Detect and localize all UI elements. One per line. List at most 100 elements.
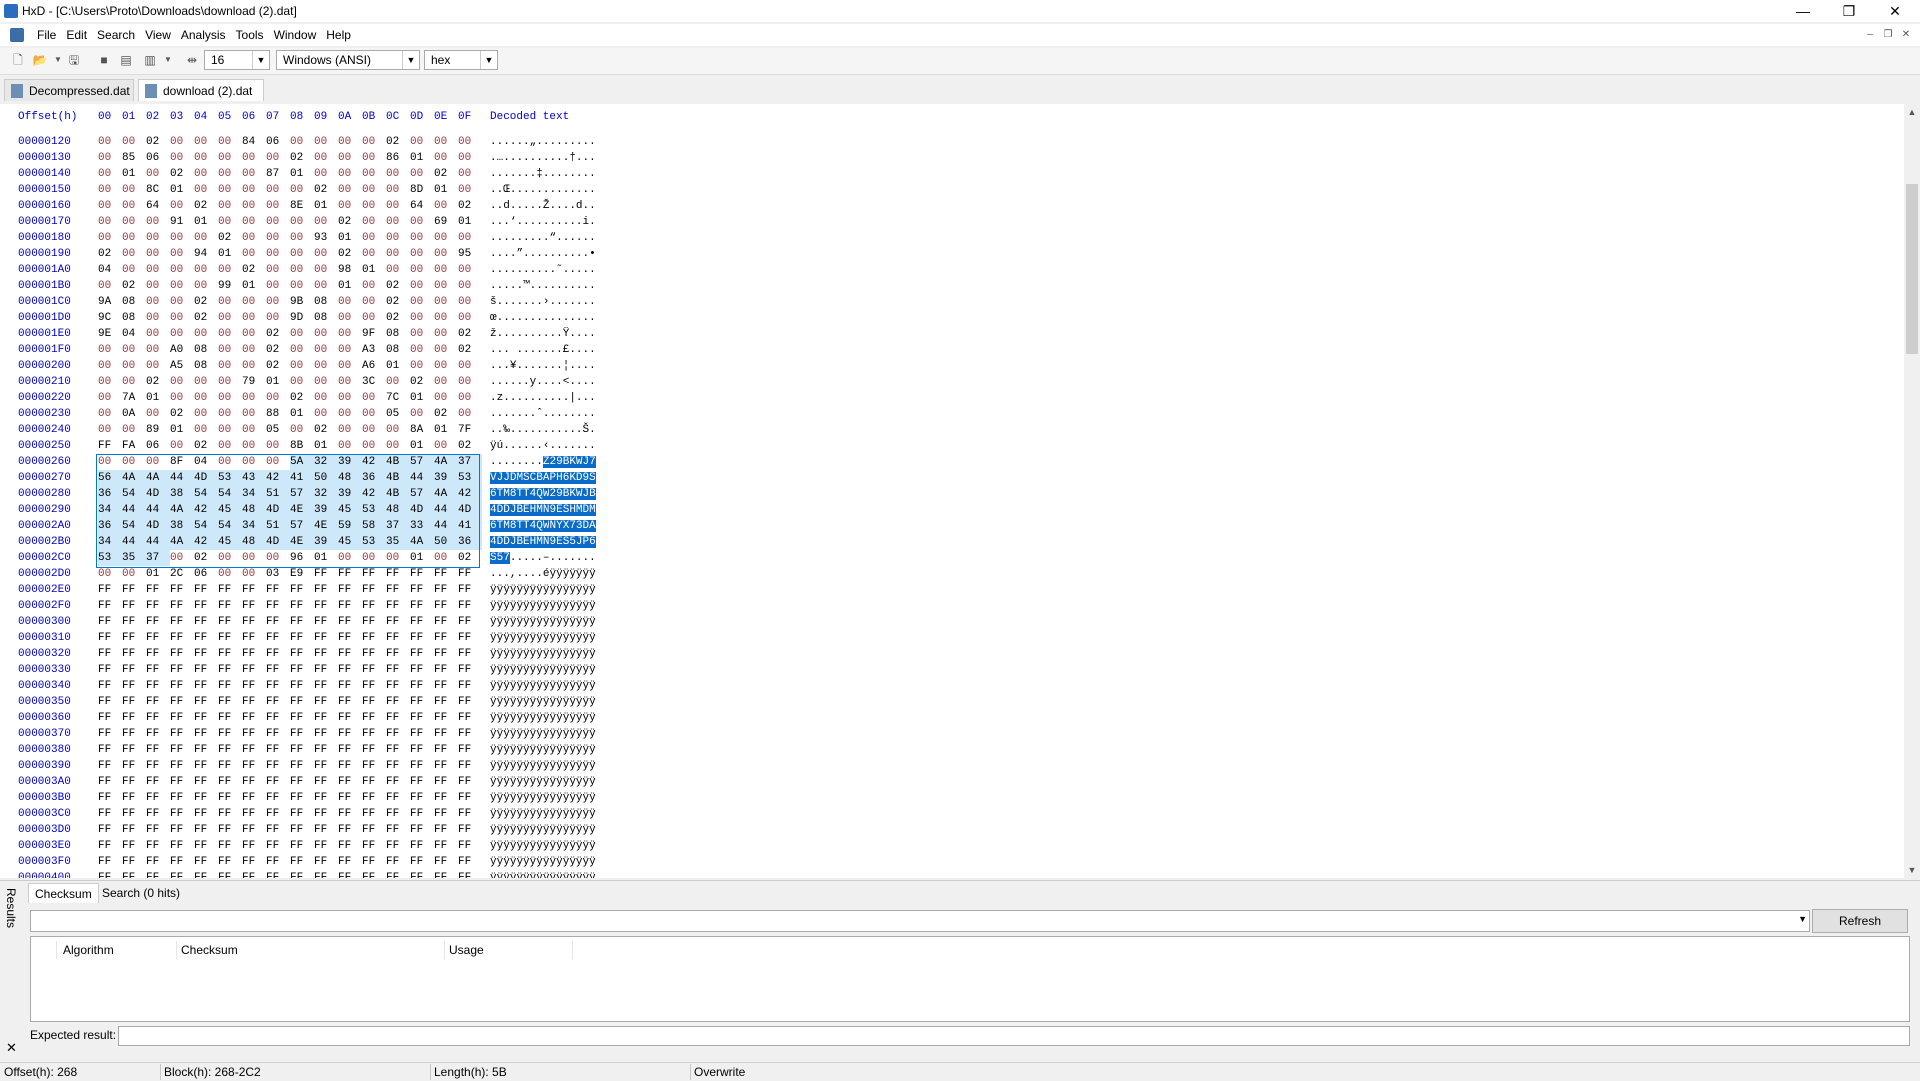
hex-byte[interactable]: FF (242, 790, 266, 806)
hex-byte[interactable]: 00 (362, 438, 386, 454)
decoded-text[interactable]: ÿÿÿÿÿÿÿÿÿÿÿÿÿÿÿÿ (490, 614, 596, 630)
hex-byte[interactable]: FF (146, 822, 170, 838)
decoded-text[interactable]: ÿÿÿÿÿÿÿÿÿÿÿÿÿÿÿÿ (490, 758, 596, 774)
hex-byte[interactable]: FF (170, 662, 194, 678)
hex-byte[interactable]: FF (386, 758, 410, 774)
hex-byte[interactable]: 86 (386, 150, 410, 166)
hex-byte[interactable]: FF (362, 806, 386, 822)
hex-byte[interactable]: 00 (290, 374, 314, 390)
hex-byte[interactable]: 00 (98, 566, 122, 582)
hex-byte[interactable]: 00 (146, 278, 170, 294)
hex-byte[interactable]: 01 (314, 438, 338, 454)
hex-byte[interactable]: FF (266, 694, 290, 710)
decoded-text[interactable]: ÿÿÿÿÿÿÿÿÿÿÿÿÿÿÿÿ (490, 806, 596, 822)
hex-byte[interactable]: 4D (266, 502, 290, 518)
table-row[interactable]: 00000390 FF FF FF FF FF FF FF FF FF FF FF FF FF FF FF FF… (0, 758, 650, 774)
hex-byte[interactable]: 00 (434, 134, 458, 150)
table-row[interactable]: 00000310 FF FF FF FF FF FF FF FF FF FF FF FF FF FF FF FF… (0, 630, 650, 646)
hex-byte[interactable]: FF (242, 774, 266, 790)
hex-byte[interactable]: 84 (242, 134, 266, 150)
hex-byte[interactable]: FF (314, 598, 338, 614)
hex-byte[interactable]: FF (314, 854, 338, 870)
hex-byte[interactable]: 4D (194, 470, 218, 486)
hex-byte[interactable]: FF (266, 742, 290, 758)
hex-byte[interactable]: 34 (242, 518, 266, 534)
hex-byte[interactable]: 44 (434, 502, 458, 518)
hex-byte[interactable]: FF (338, 630, 362, 646)
hex-byte[interactable]: 00 (386, 438, 410, 454)
hex-byte[interactable]: 39 (434, 470, 458, 486)
hex-byte[interactable]: 00 (434, 342, 458, 358)
hex-byte[interactable]: FF (458, 774, 482, 790)
hex-byte[interactable]: 00 (338, 390, 362, 406)
hex-byte[interactable]: FF (194, 742, 218, 758)
decoded-text[interactable]: ......y....<.... (490, 374, 596, 390)
hex-byte[interactable]: 37 (386, 518, 410, 534)
hex-byte[interactable]: FF (266, 838, 290, 854)
hex-byte[interactable]: 00 (242, 438, 266, 454)
hex-byte[interactable]: FF (146, 582, 170, 598)
hex-byte[interactable]: FF (410, 774, 434, 790)
hex-byte[interactable]: 0A (122, 406, 146, 422)
hex-byte[interactable]: 00 (362, 278, 386, 294)
hex-byte[interactable]: 00 (170, 278, 194, 294)
hex-byte[interactable]: 00 (290, 214, 314, 230)
hex-byte[interactable]: 93 (314, 230, 338, 246)
hex-byte[interactable]: 02 (242, 262, 266, 278)
hex-byte[interactable]: 36 (98, 518, 122, 534)
hex-byte[interactable]: 03 (266, 566, 290, 582)
hex-byte[interactable]: FF (266, 614, 290, 630)
hex-byte[interactable]: 00 (218, 326, 242, 342)
hex-byte[interactable]: FF (170, 630, 194, 646)
hex-byte[interactable]: 32 (314, 454, 338, 470)
hex-byte[interactable]: 00 (458, 374, 482, 390)
hex-byte[interactable]: 00 (242, 342, 266, 358)
hex-byte[interactable]: FF (170, 806, 194, 822)
hex-byte[interactable]: FF (266, 726, 290, 742)
hex-byte[interactable]: FF (314, 774, 338, 790)
hex-byte[interactable]: 00 (410, 358, 434, 374)
hex-byte[interactable]: 00 (122, 422, 146, 438)
hex-byte[interactable]: 08 (314, 310, 338, 326)
hex-byte[interactable]: FF (386, 742, 410, 758)
table-row[interactable]: 00000130 00 85 06 00 00 00 00 00 02 00 00 00 86 01 00 00… (0, 150, 650, 166)
hex-byte[interactable]: 00 (458, 310, 482, 326)
hex-byte[interactable]: 00 (218, 390, 242, 406)
hex-byte[interactable]: FF (146, 870, 170, 878)
hex-byte[interactable]: 00 (242, 150, 266, 166)
hex-byte[interactable]: FF (434, 774, 458, 790)
hex-byte[interactable]: FF (434, 710, 458, 726)
hex-byte[interactable]: FF (290, 790, 314, 806)
hex-byte[interactable]: 50 (314, 470, 338, 486)
hex-byte[interactable]: FF (218, 854, 242, 870)
mdi-minimize-button[interactable]: – (1862, 28, 1878, 42)
hex-byte[interactable]: FF (290, 630, 314, 646)
hex-byte[interactable]: FF (122, 790, 146, 806)
hex-byte[interactable]: FF (410, 790, 434, 806)
hex-byte[interactable]: 00 (218, 262, 242, 278)
hex-byte[interactable]: 51 (266, 518, 290, 534)
hex-byte[interactable]: 8C (146, 182, 170, 198)
hex-byte[interactable]: 00 (458, 230, 482, 246)
hex-byte[interactable]: 00 (170, 294, 194, 310)
hex-byte[interactable]: 00 (266, 454, 290, 470)
hex-byte[interactable]: 01 (410, 550, 434, 566)
table-row[interactable]: 00000260 00 00 00 8F 04 00 00 00 5A 32 39 42 4B 57 4A 37… (0, 454, 650, 470)
hex-byte[interactable]: FF (434, 598, 458, 614)
hex-byte[interactable]: 54 (122, 518, 146, 534)
column-algorithm[interactable]: Algorithm (59, 941, 177, 959)
hex-byte[interactable]: 01 (218, 246, 242, 262)
hex-byte[interactable]: FF (290, 838, 314, 854)
hex-byte[interactable]: 00 (122, 358, 146, 374)
decoded-text[interactable]: ÿÿÿÿÿÿÿÿÿÿÿÿÿÿÿÿ (490, 694, 596, 710)
hex-byte[interactable]: FF (458, 710, 482, 726)
hex-byte[interactable]: 00 (98, 166, 122, 182)
hex-byte[interactable]: 4D (146, 518, 170, 534)
save-icon[interactable]: 🖫 (66, 52, 82, 68)
decoded-text[interactable]: ....”..........• (490, 246, 596, 262)
hex-byte[interactable]: 00 (242, 406, 266, 422)
hex-byte[interactable]: 00 (458, 134, 482, 150)
hex-byte[interactable]: FF (410, 662, 434, 678)
decoded-text[interactable]: ÿÿÿÿÿÿÿÿÿÿÿÿÿÿÿÿ (490, 646, 596, 662)
hex-byte[interactable]: 00 (290, 342, 314, 358)
